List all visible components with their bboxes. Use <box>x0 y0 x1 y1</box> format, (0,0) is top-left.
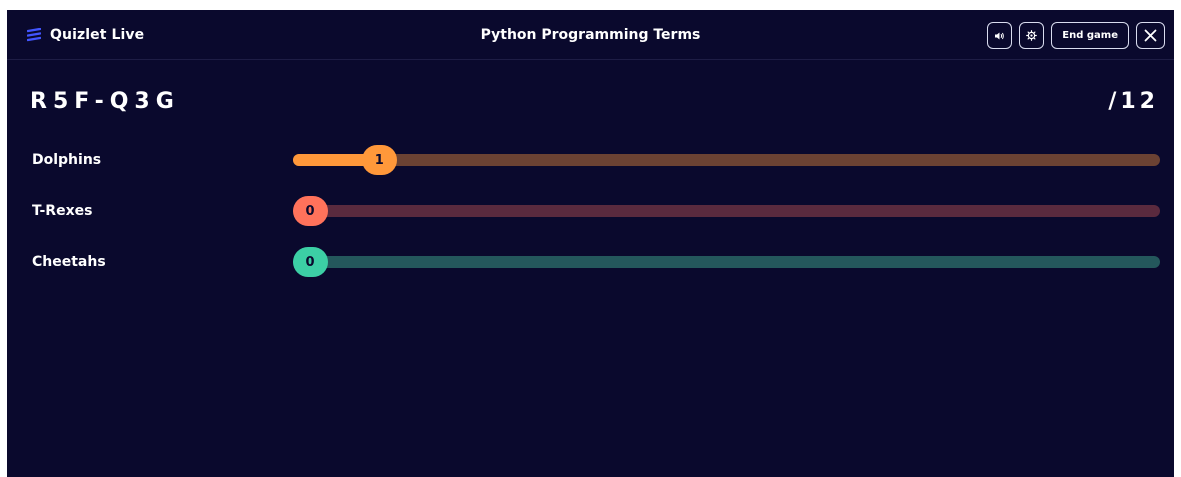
score-marker: 1 <box>361 145 397 175</box>
sound-button[interactable] <box>987 22 1013 49</box>
team-row-t-rexes: T-Rexes 0 <box>7 196 1174 226</box>
team-name: T-Rexes <box>32 203 93 219</box>
team-row-cheetahs: Cheetahs 0 <box>7 247 1174 277</box>
team-name: Dolphins <box>32 152 102 168</box>
settings-button[interactable] <box>1019 22 1045 49</box>
score-marker: 0 <box>292 196 328 226</box>
gear-icon <box>1026 30 1038 41</box>
team-row-dolphins: Dolphins 1 <box>7 145 1174 175</box>
speaker-icon <box>995 32 1005 39</box>
top-bar: Quizlet Live Python Programming Terms En… <box>7 10 1174 60</box>
team-name: Cheetahs <box>32 254 106 270</box>
header-controls: End game <box>987 22 1165 49</box>
game-code: R5F-Q3G <box>30 89 180 114</box>
progress-track: 0 <box>292 247 1160 277</box>
total-score: /12 <box>1108 89 1159 114</box>
progress-track: 0 <box>292 196 1160 226</box>
close-icon <box>1144 29 1157 42</box>
score-marker: 0 <box>292 247 328 277</box>
game-window: Quizlet Live Python Programming Terms En… <box>7 10 1174 477</box>
close-button[interactable] <box>1136 22 1165 49</box>
progress-track: 1 <box>293 145 1160 175</box>
end-game-button[interactable]: End game <box>1051 22 1129 49</box>
